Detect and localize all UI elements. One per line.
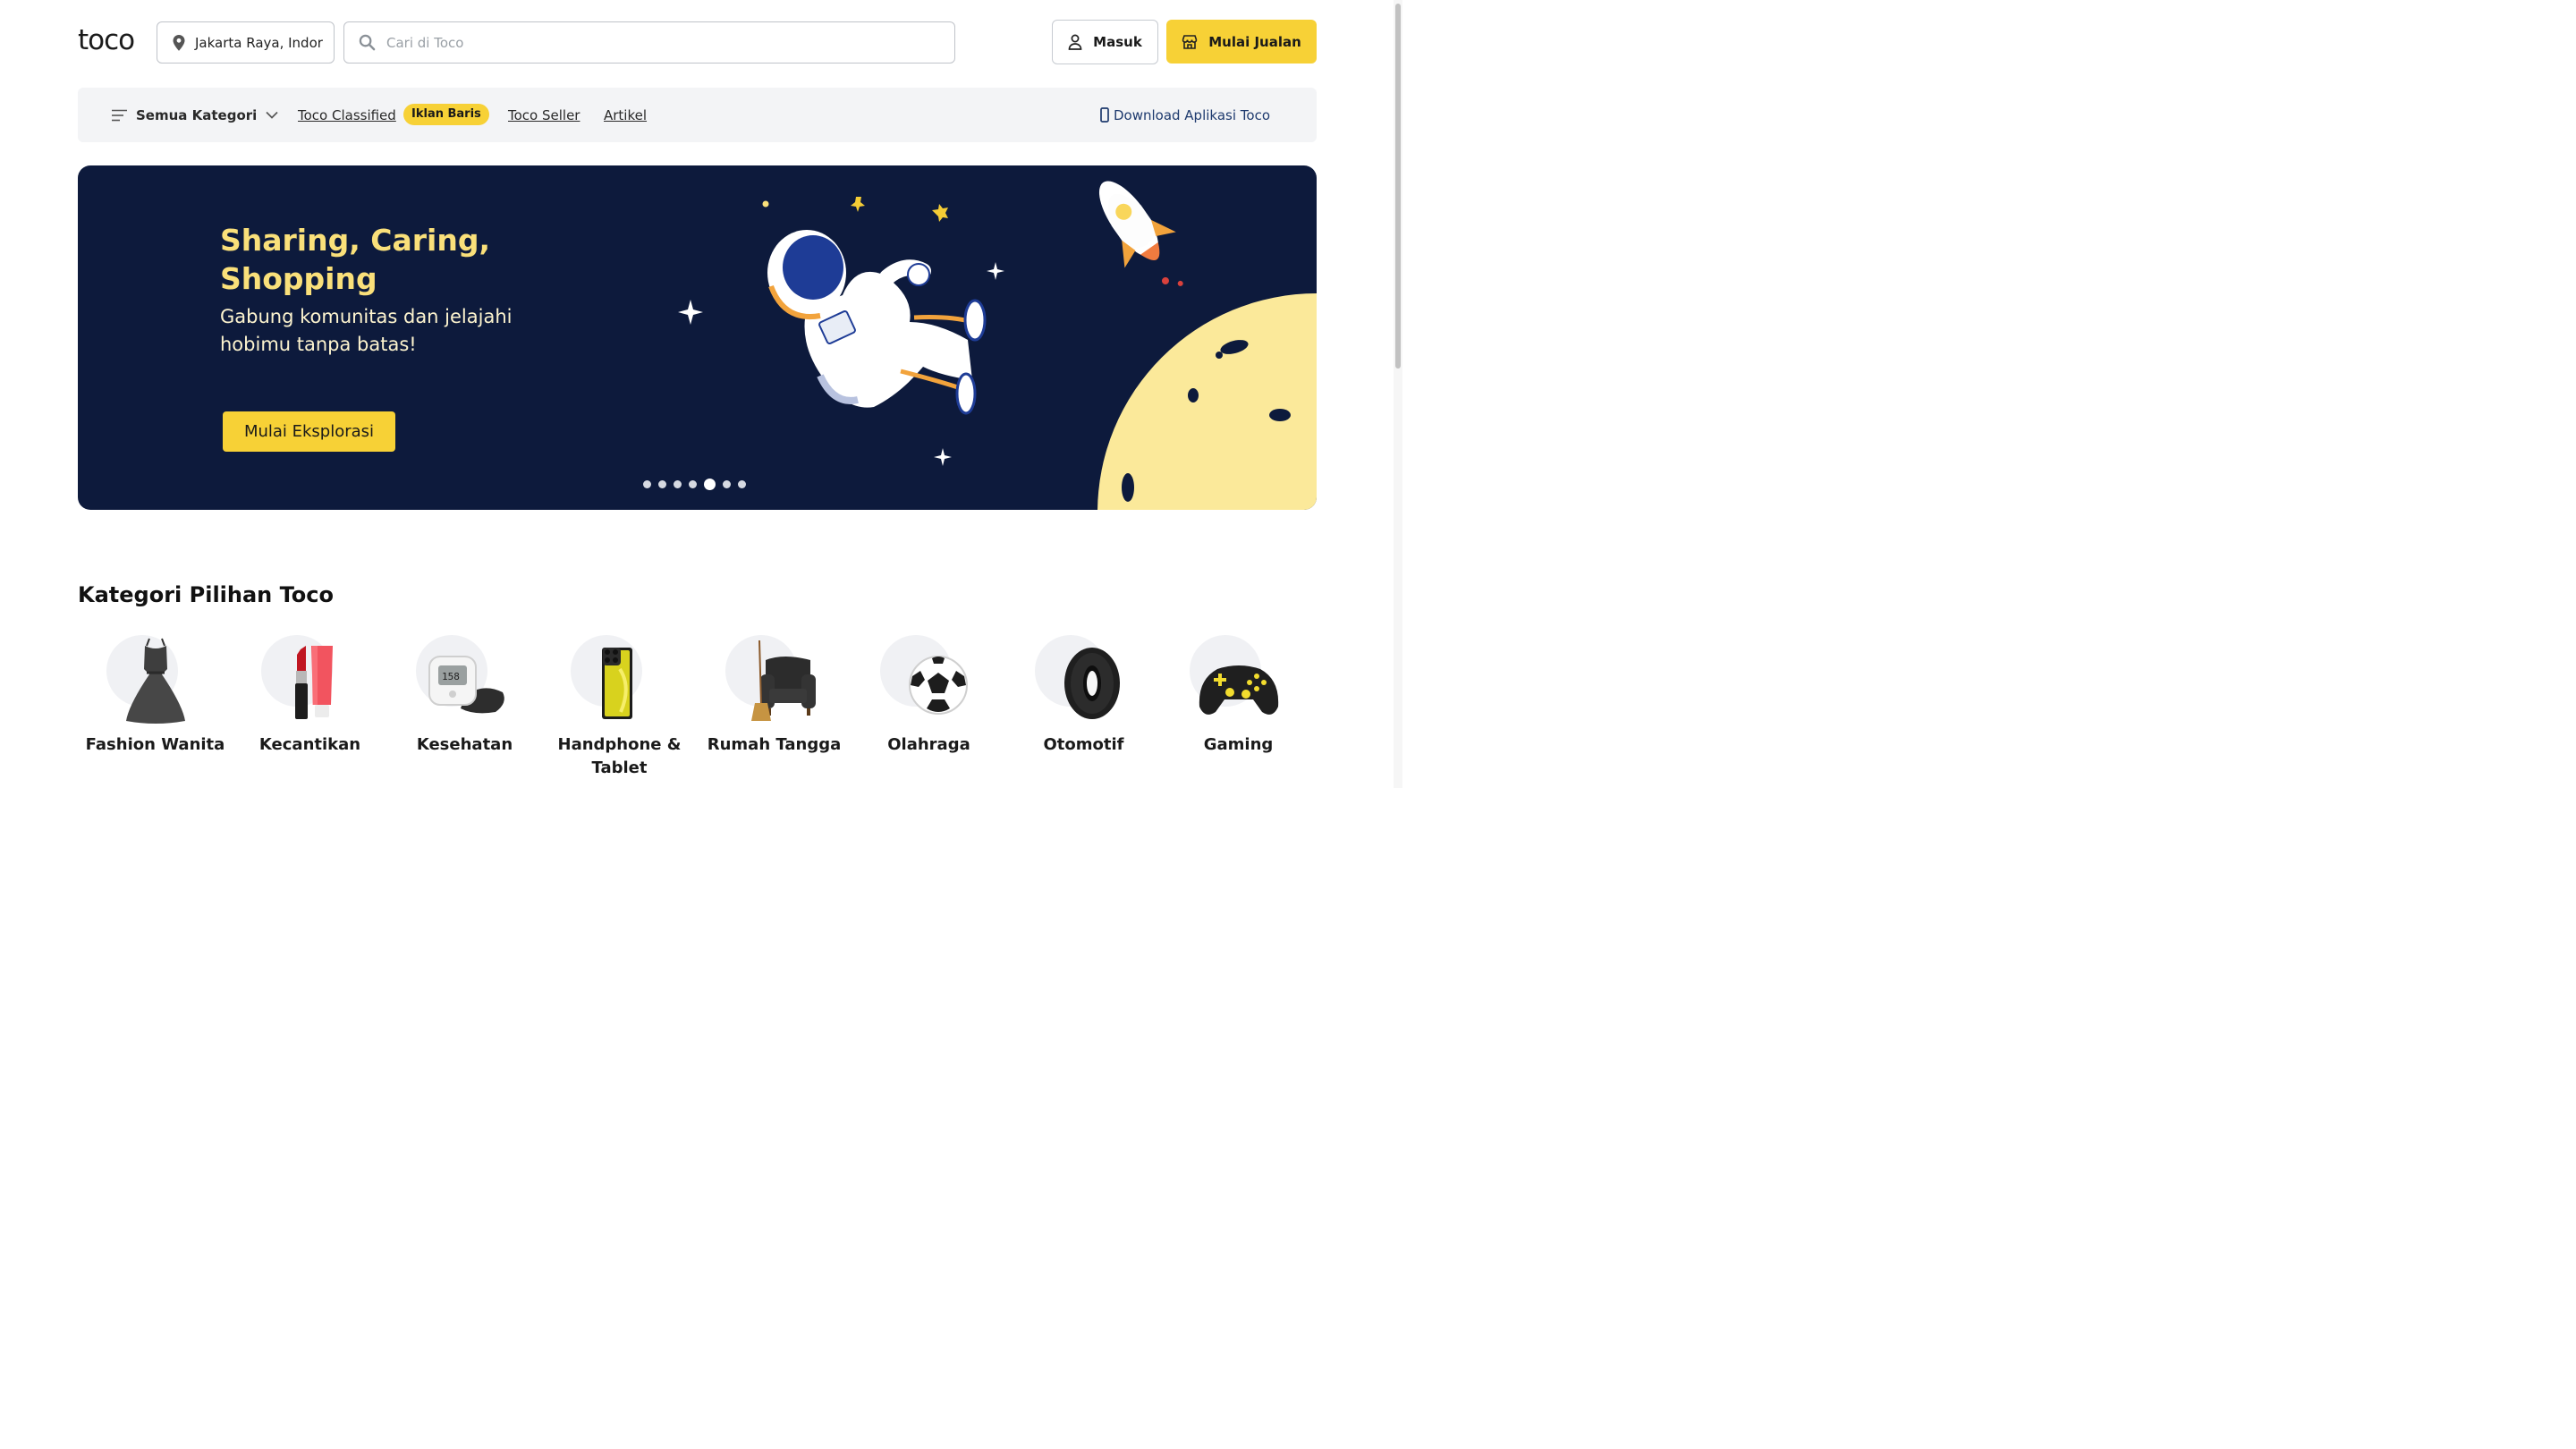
carousel-dot-active[interactable] (704, 479, 716, 490)
all-categories-dropdown[interactable]: Semua Kategori (112, 88, 278, 142)
category-item-kesehatan[interactable]: 158 Kesehatan (387, 633, 542, 754)
classified-badge: Iklan Baris (403, 104, 489, 125)
article-link[interactable]: Artikel (604, 88, 647, 142)
hero-banner[interactable]: Sharing, Caring, Shopping Gabung komunit… (78, 165, 1317, 510)
location-text: Jakarta Raya, Indor (195, 34, 323, 51)
category-label: Fashion Wanita (85, 735, 225, 754)
smartphone-icon (601, 648, 632, 719)
menu-icon (112, 109, 127, 121)
rocket-illustration (1098, 181, 1183, 286)
astronaut-illustration (767, 230, 987, 415)
toco-seller-link[interactable]: Toco Seller (508, 88, 580, 142)
login-button[interactable]: Masuk (1052, 20, 1158, 64)
category-nav-bar: Semua Kategori Toco Classified Iklan Bar… (78, 88, 1317, 142)
banner-title: Sharing, Caring, Shopping (220, 223, 490, 296)
moon-illustration (1097, 293, 1317, 510)
carousel-dot[interactable] (738, 480, 746, 488)
login-label: Masuk (1093, 34, 1142, 50)
dress-icon (125, 638, 185, 724)
explore-button[interactable]: Mulai Eksplorasi (223, 411, 395, 452)
category-label: Otomotif (1043, 735, 1124, 754)
carousel-dot[interactable] (643, 480, 651, 488)
category-item-otomotif[interactable]: Otomotif (1006, 633, 1161, 754)
category-section-title: Kategori Pilihan Toco (78, 582, 335, 607)
category-item-rumah-tangga[interactable]: Rumah Tangga (697, 633, 852, 754)
location-selector[interactable]: Jakarta Raya, Indor (157, 21, 335, 64)
category-label: Gaming (1203, 735, 1274, 754)
chevron-down-icon (266, 111, 278, 119)
store-icon (1182, 34, 1198, 49)
search-input[interactable] (385, 33, 921, 52)
category-label: Handphone & Tablet (557, 735, 682, 777)
download-app-label: Download Aplikasi Toco (1113, 106, 1270, 123)
category-item-gaming[interactable]: Gaming (1161, 633, 1316, 754)
page-scrollbar[interactable] (1394, 0, 1402, 788)
search-icon (359, 34, 376, 51)
banner-subtitle: Gabung komunitas dan jelajahi hobimu tan… (220, 306, 513, 355)
lipstick-icon (294, 646, 333, 719)
start-selling-label: Mulai Jualan (1208, 33, 1301, 50)
scrollbar-thumb[interactable] (1395, 4, 1401, 369)
search-bar[interactable] (343, 21, 955, 64)
soccer-ball-icon (908, 656, 968, 715)
phone-icon (1100, 107, 1109, 123)
map-pin-icon (173, 34, 185, 51)
carousel-dot[interactable] (689, 480, 697, 488)
carousel-dots (643, 479, 746, 490)
blood-pressure-monitor-icon: 158 (428, 656, 504, 714)
category-item-fashion-wanita[interactable]: Fashion Wanita (78, 633, 233, 754)
all-categories-label: Semua Kategori (136, 106, 258, 123)
svg-text:158: 158 (442, 671, 460, 682)
toco-classified-link[interactable]: Toco Classified (298, 88, 396, 142)
carousel-dot[interactable] (658, 480, 666, 488)
category-item-olahraga[interactable]: Olahraga (852, 633, 1006, 754)
carousel-dot[interactable] (723, 480, 731, 488)
category-label: Kesehatan (416, 735, 513, 754)
toco-logo[interactable]: toco (78, 24, 135, 56)
gamepad-icon (1199, 665, 1278, 715)
category-label: Kecantikan (258, 735, 361, 754)
category-item-kecantikan[interactable]: Kecantikan (233, 633, 387, 754)
carousel-dot[interactable] (674, 480, 682, 488)
download-app-link[interactable]: Download Aplikasi Toco (1100, 88, 1270, 142)
category-label: Olahraga (887, 735, 970, 754)
armchair-icon (750, 640, 816, 721)
user-icon (1068, 34, 1082, 50)
category-item-handphone-tablet[interactable]: Handphone & Tablet (542, 633, 697, 777)
tire-icon (1063, 648, 1120, 719)
category-label: Rumah Tangga (707, 735, 842, 754)
start-selling-button[interactable]: Mulai Jualan (1166, 20, 1317, 64)
